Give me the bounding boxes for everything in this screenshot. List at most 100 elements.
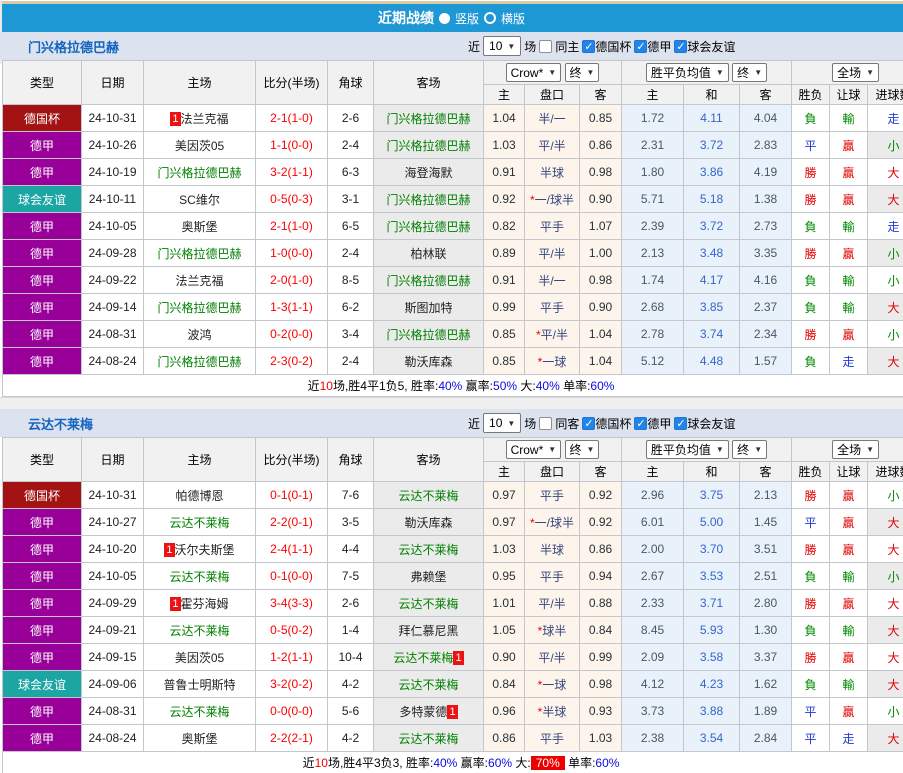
col-header-goals: 进球数 [867,84,903,105]
odds-home-cell: 1.03 [483,131,525,159]
score-cell: 0-0(0-0) [255,697,328,725]
result-scope-select[interactable]: 全场 ▼ [832,63,879,82]
odds-away-cell: 0.90 [579,293,622,321]
handicap-cell: 平手 [524,293,580,321]
handicap-cell: 平/半 [524,131,580,159]
match-type-cell: 德甲 [2,293,82,321]
result-goals-cell: 大 [867,185,903,213]
avg-away-cell: 4.19 [738,158,793,186]
league-checkbox-friendly[interactable] [674,39,688,53]
summary-segment: 40% [438,379,463,393]
avg-draw-cell: 5.00 [683,508,740,536]
away-team-name: 云达不莱梅 [393,650,454,665]
match-row: 德甲 24-09-14 门兴格拉德巴赫 1-3(1-1) 6-2 斯图加特 0.99 平手 0.… [2,293,903,321]
result-handicap-cell: 輸 [829,104,869,132]
away-team-name: 勒沃库森 [404,354,453,369]
match-row: 德甲 24-08-24 奥斯堡 2-2(2-1) 4-2 云达不莱梅 0.86 平手 1.03 2… [2,724,903,752]
home-team-name: 云达不莱梅 [169,515,230,530]
home-team-cell: 云达不莱梅 [143,697,256,725]
match-type-cell: 德甲 [2,697,82,725]
avg-draw-cell: 3.53 [683,562,740,590]
recent-count-select[interactable]: 10 ▼ [483,36,522,56]
team1-record-summary: 近10场,胜4平1负5, 胜率:40% 赢率:50% 大:40% 单率:60% [2,374,903,397]
handicap-cell: 平手 [524,212,580,240]
avg-time-select[interactable]: 终 ▼ [732,440,768,459]
col-header-handicap: 盘口 [524,84,580,105]
league-label-friendly: 球会友谊 [687,39,736,54]
league-checkbox-cup[interactable] [582,39,596,53]
layout-radio-horizontal[interactable] [484,12,496,24]
avg-away-cell: 1.38 [738,185,793,213]
match-row: 德甲 24-10-05 云达不莱梅 0-1(0-0) 7-5 弗赖堡 0.95 平手 0.94 2… [2,562,903,590]
away-team-cell: 云达不莱梅 1 [373,643,484,671]
home-team-cell: 奥斯堡 [143,724,256,752]
corner-cell: 2-6 [327,104,374,132]
same-venue-label: 同主 [555,39,580,54]
avg-away-cell: 2.83 [738,131,793,159]
home-team-cell: 1 霍芬海姆 [143,589,256,617]
summary-segment: 近 [302,756,315,770]
layout-radio-vertical[interactable] [438,12,450,24]
corner-cell: 2-4 [327,131,374,159]
avg-home-cell: 1.74 [621,266,684,294]
league-checkbox-friendly[interactable] [674,416,688,430]
match-type-cell: 德国杯 [2,104,82,132]
odds-away-cell: 1.03 [579,724,622,752]
result-handicap-cell: 贏 [829,239,869,267]
home-team-cell: 美因茨05 [143,131,256,159]
avg-draw-cell: 4.48 [683,347,740,375]
result-goals-cell: 小 [867,562,903,590]
avg-draw-cell: 3.72 [683,212,740,240]
league-checkbox-cup[interactable] [582,416,596,430]
chevron-down-icon: ▼ [715,68,724,77]
chevron-down-icon: ▼ [754,445,763,454]
league-checkbox-bundesliga[interactable] [634,39,648,53]
odds-away-cell: 0.84 [579,616,622,644]
avg-draw-cell: 3.75 [683,481,740,509]
league-checkbox-bundesliga[interactable] [634,416,648,430]
corner-cell: 4-2 [327,670,374,698]
col-header-score: 比分(半场) [255,60,328,105]
chevron-down-icon: ▼ [866,445,874,454]
handicap-cell: 平手 [524,562,580,590]
result-scope-select[interactable]: 全场 ▼ [832,440,879,459]
avg-home-cell: 2.67 [621,562,684,590]
odds-home-cell: 0.86 [483,724,525,752]
odds-away-cell: 1.07 [579,212,622,240]
summary-segment: 大: [512,756,531,770]
odds-away-cell: 0.98 [579,670,622,698]
chevron-down-icon: ▼ [548,445,557,455]
match-type-cell: 德甲 [2,535,82,563]
recent-count-select[interactable]: 10 ▼ [483,413,522,433]
avg-home-cell: 2.68 [621,293,684,321]
league-label-bundesliga: 德甲 [647,39,672,54]
same-venue-checkbox[interactable] [539,39,553,53]
handicap-cell: 平/半 [524,589,580,617]
away-team-cell: 斯图加特 [373,293,484,321]
avg-time-select[interactable]: 终 ▼ [732,63,768,82]
result-winloss-cell: 勝 [791,535,831,563]
home-team-cell: 门兴格拉德巴赫 [143,158,256,186]
avg-type-select[interactable]: 胜平负均值 ▼ [645,440,729,459]
avg-home-cell: 2.00 [621,535,684,563]
league-label-cup: 德国杯 [595,39,632,54]
away-team-cell: 云达不莱梅 [373,724,484,752]
odds-time-select[interactable]: 终 ▼ [564,62,600,82]
same-venue-checkbox[interactable] [539,416,553,430]
avg-type-select[interactable]: 胜平负均值 ▼ [645,63,729,82]
result-winloss-cell: 平 [791,697,831,725]
away-team-name: 斯图加特 [404,300,453,315]
odds-source-select[interactable]: Crow* ▼ [505,440,562,460]
col-header-handicap-result: 让球 [829,461,869,482]
odds-source-select[interactable]: Crow* ▼ [505,63,562,83]
result-winloss-cell: 平 [791,508,831,536]
match-type-cell: 德甲 [2,347,82,375]
corner-cell: 4-2 [327,724,374,752]
match-date-cell: 24-10-20 [81,535,144,563]
odds-time-select[interactable]: 终 ▼ [564,439,600,459]
col-header-home: 主场 [143,60,256,105]
avg-draw-cell: 4.17 [683,266,740,294]
team1-filters: 近 10▼ 场 同主 德国杯 德甲 球会友谊 [468,32,735,60]
red-card-badge: 1 [164,542,175,557]
home-team-name: 法兰克福 [180,111,229,126]
